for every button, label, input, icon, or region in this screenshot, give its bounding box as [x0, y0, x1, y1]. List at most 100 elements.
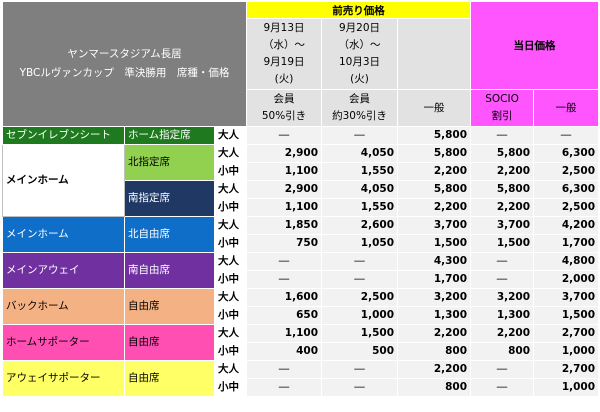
sub-member-50: 会員 50%引き: [246, 89, 323, 127]
price-cell: 5,800: [397, 126, 472, 145]
age-category: 小中: [213, 162, 248, 181]
price-cell: 1,000: [533, 378, 600, 397]
price-cell: 5,800: [470, 144, 535, 163]
price-cell: ―: [321, 126, 399, 145]
price-cell: 2,000: [533, 270, 600, 289]
price-cell: 2,900: [246, 144, 323, 163]
seat-type: 自由席: [124, 288, 215, 325]
price-cell: 1,500: [397, 234, 472, 253]
price-cell: 1,600: [246, 288, 323, 307]
price-cell: 2,200: [470, 198, 535, 217]
seat-type: 南自由席: [124, 252, 215, 289]
price-cell: 2,500: [533, 162, 600, 181]
price-table-page: ヤンマースタジアム長居 YBCルヴァンカップ 準決勝用 席種・価格 前売り価格 …: [0, 0, 600, 412]
price-cell: 800: [397, 342, 472, 361]
price-cell: 2,700: [533, 324, 600, 343]
table-row: ホームサポーター 自由席 大人 1,100 1,500 2,200 2,200 2,700: [2, 324, 600, 361]
price-cell: ―: [470, 126, 535, 145]
seat-type: ホーム指定席: [124, 126, 215, 145]
price-cell: 4,200: [533, 216, 600, 235]
price-cell: ―: [321, 252, 399, 271]
title-line-event: YBCルヴァンカップ 準決勝用 席種・価格: [19, 67, 230, 79]
price-cell: 6,300: [533, 144, 600, 163]
price-cell: 2,900: [246, 180, 323, 199]
price-cell: 2,200: [470, 162, 535, 181]
section-name: メインホーム: [2, 144, 125, 217]
price-cell: 1,000: [533, 342, 600, 361]
period-3: [397, 18, 472, 90]
price-cell: 5,800: [397, 144, 472, 163]
price-cell: 2,200: [470, 324, 535, 343]
price-cell: 6,300: [533, 180, 600, 199]
age-category: 小中: [213, 198, 248, 217]
age-category: 小中: [213, 342, 248, 361]
section-name: ホームサポーター: [2, 324, 125, 361]
period-1: 9月13日 （水）～ 9月19日 (火): [246, 18, 323, 90]
price-cell: 1,100: [246, 198, 323, 217]
price-cell: ―: [321, 360, 399, 379]
price-cell: 2,200: [397, 360, 472, 379]
price-cell: 3,200: [397, 288, 472, 307]
price-cell: 5,800: [470, 180, 535, 199]
age-category: 大人: [213, 144, 248, 163]
price-cell: 2,600: [321, 216, 399, 235]
price-cell: ―: [321, 378, 399, 397]
age-category: 大人: [213, 180, 248, 199]
price-cell: ―: [246, 378, 323, 397]
price-cell: 1,100: [246, 162, 323, 181]
price-cell: 1,850: [246, 216, 323, 235]
age-category: 大人: [213, 288, 248, 307]
seat-type: 北指定席: [124, 144, 215, 181]
price-cell: ―: [470, 360, 535, 379]
price-cell: 3,700: [533, 288, 600, 307]
table-row: アウェイサポーター 自由席 大人 ― ― 2,200 ― 2,700: [2, 360, 600, 397]
sub-socio: SOCIO 割引: [470, 89, 535, 127]
price-cell: 650: [246, 306, 323, 325]
price-cell: ―: [246, 360, 323, 379]
price-cell: 2,500: [321, 288, 399, 307]
price-cell: 4,800: [533, 252, 600, 271]
price-cell: 2,500: [533, 198, 600, 217]
price-cell: 2,700: [533, 360, 600, 379]
price-table-body: ヤンマースタジアム長居 YBCルヴァンカップ 準決勝用 席種・価格 前売り価格 …: [1, 1, 600, 397]
price-cell: 400: [246, 342, 323, 361]
seat-type: 自由席: [124, 324, 215, 361]
seat-type: 北自由席: [124, 216, 215, 253]
table-title: ヤンマースタジアム長居 YBCルヴァンカップ 準決勝用 席種・価格: [1, 1, 248, 127]
price-cell: ―: [470, 252, 535, 271]
price-cell: 2,200: [397, 162, 472, 181]
table-row: メインホーム 北指定席 大人 2,900 4,050 5,800 5,800 6,300: [2, 144, 600, 217]
price-cell: ―: [246, 270, 323, 289]
price-cell: 1,550: [321, 198, 399, 217]
age-category: 大人: [213, 360, 248, 379]
price-cell: 4,050: [321, 144, 399, 163]
price-cell: 800: [470, 342, 535, 361]
section-name: メインアウェイ: [2, 252, 125, 289]
price-cell: 1,300: [397, 306, 472, 325]
table-row: メインホーム 北自由席 大人 1,850 2,600 3,700 3,700 4,200: [2, 216, 600, 253]
price-cell: 1,700: [533, 234, 600, 253]
age-category: 大人: [213, 252, 248, 271]
age-category: 大人: [213, 216, 248, 235]
seat-type: 南指定席: [124, 180, 215, 217]
price-cell: 750: [246, 234, 323, 253]
section-name: アウェイサポーター: [2, 360, 125, 397]
section-name: メインホーム: [2, 216, 125, 253]
price-cell: 5,800: [397, 180, 472, 199]
price-cell: ―: [246, 252, 323, 271]
price-cell: 4,050: [321, 180, 399, 199]
price-table: ヤンマースタジアム長居 YBCルヴァンカップ 準決勝用 席種・価格 前売り価格 …: [1, 1, 600, 397]
price-cell: 1,550: [321, 162, 399, 181]
age-category: 小中: [213, 306, 248, 325]
price-cell: 1,500: [321, 324, 399, 343]
table-row: メインアウェイ 南自由席 大人 ― ― 4,300 ― 4,800: [2, 252, 600, 289]
price-cell: 1,050: [321, 234, 399, 253]
presale-header: 前売り価格: [246, 1, 472, 19]
sub-general-presale: 一般: [397, 89, 472, 127]
age-category: 大人: [213, 126, 248, 145]
section-name: バックホーム: [2, 288, 125, 325]
sub-general-dayof: 一般: [533, 89, 600, 127]
price-cell: ―: [470, 378, 535, 397]
price-cell: 1,100: [246, 324, 323, 343]
age-category: 小中: [213, 234, 248, 253]
